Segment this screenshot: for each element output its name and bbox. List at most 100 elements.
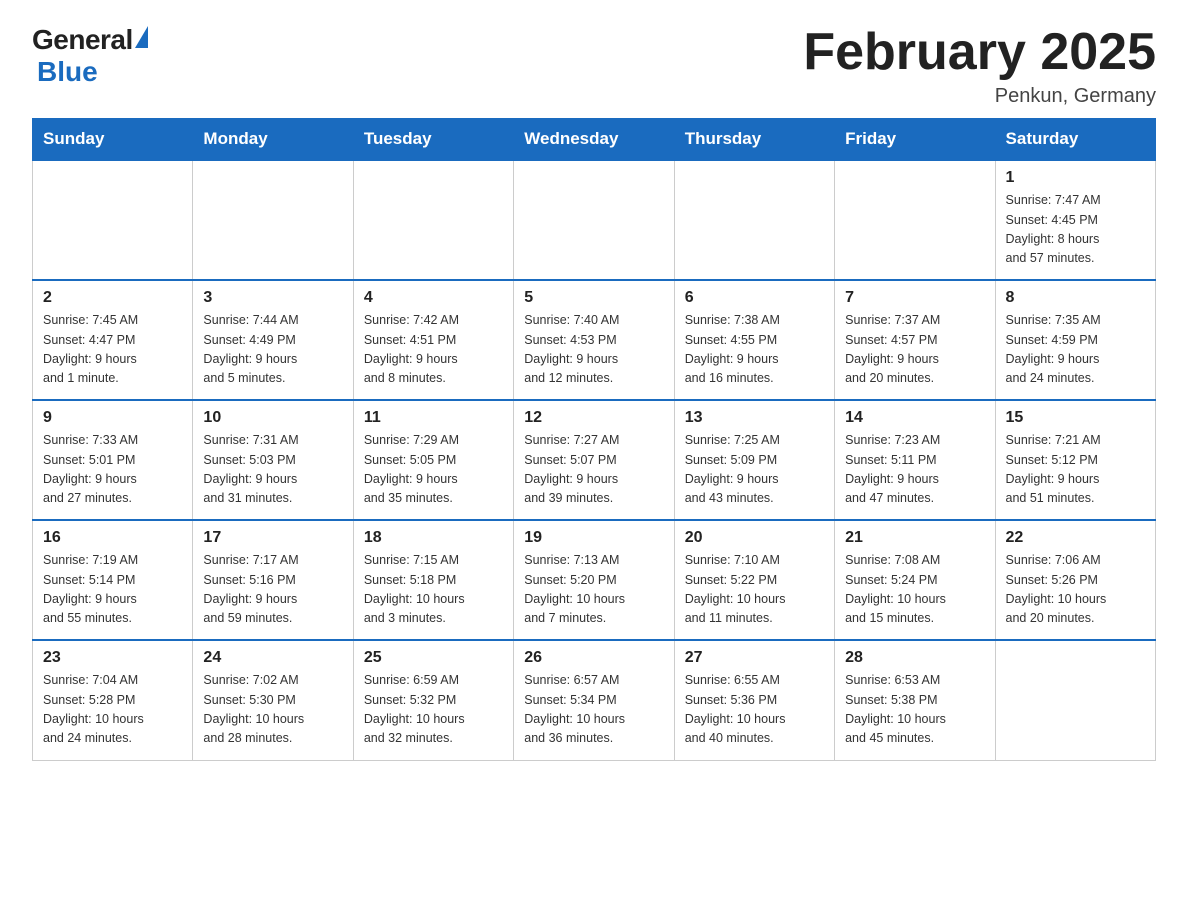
logo-blue-text: Blue <box>37 56 98 87</box>
page-header: General Blue February 2025 Penkun, Germa… <box>32 24 1156 108</box>
calendar-cell: 3 Sunrise: 7:44 AM Sunset: 4:49 PM Daylig… <box>193 280 353 400</box>
calendar-cell <box>995 640 1155 760</box>
day-info: Sunrise: 7:47 AM Sunset: 4:45 PM Dayligh… <box>1006 191 1145 269</box>
day-number: 11 <box>364 409 503 427</box>
day-info: Sunrise: 7:29 AM Sunset: 5:05 PM Dayligh… <box>364 431 503 509</box>
week-row-1: 1 Sunrise: 7:47 AM Sunset: 4:45 PM Daylig… <box>33 160 1156 280</box>
day-info: Sunrise: 7:44 AM Sunset: 4:49 PM Dayligh… <box>203 311 342 389</box>
calendar-cell <box>193 160 353 280</box>
day-info: Sunrise: 7:25 AM Sunset: 5:09 PM Dayligh… <box>685 431 824 509</box>
day-number: 17 <box>203 529 342 547</box>
calendar-cell: 7 Sunrise: 7:37 AM Sunset: 4:57 PM Daylig… <box>835 280 995 400</box>
calendar-cell: 6 Sunrise: 7:38 AM Sunset: 4:55 PM Daylig… <box>674 280 834 400</box>
calendar-cell: 11 Sunrise: 7:29 AM Sunset: 5:05 PM Dayli… <box>353 400 513 520</box>
day-info: Sunrise: 6:59 AM Sunset: 5:32 PM Dayligh… <box>364 671 503 749</box>
calendar-cell: 9 Sunrise: 7:33 AM Sunset: 5:01 PM Daylig… <box>33 400 193 520</box>
day-number: 19 <box>524 529 663 547</box>
day-info: Sunrise: 7:31 AM Sunset: 5:03 PM Dayligh… <box>203 431 342 509</box>
day-number: 6 <box>685 289 824 307</box>
header-row: SundayMondayTuesdayWednesdayThursdayFrid… <box>33 119 1156 161</box>
day-number: 7 <box>845 289 984 307</box>
day-info: Sunrise: 6:55 AM Sunset: 5:36 PM Dayligh… <box>685 671 824 749</box>
day-info: Sunrise: 7:21 AM Sunset: 5:12 PM Dayligh… <box>1006 431 1145 509</box>
calendar-cell: 14 Sunrise: 7:23 AM Sunset: 5:11 PM Dayli… <box>835 400 995 520</box>
day-info: Sunrise: 7:45 AM Sunset: 4:47 PM Dayligh… <box>43 311 182 389</box>
calendar-cell: 10 Sunrise: 7:31 AM Sunset: 5:03 PM Dayli… <box>193 400 353 520</box>
title-block: February 2025 Penkun, Germany <box>803 24 1156 108</box>
day-number: 12 <box>524 409 663 427</box>
day-info: Sunrise: 7:42 AM Sunset: 4:51 PM Dayligh… <box>364 311 503 389</box>
day-info: Sunrise: 7:33 AM Sunset: 5:01 PM Dayligh… <box>43 431 182 509</box>
day-number: 5 <box>524 289 663 307</box>
day-number: 24 <box>203 649 342 667</box>
calendar-cell: 12 Sunrise: 7:27 AM Sunset: 5:07 PM Dayli… <box>514 400 674 520</box>
logo: General Blue <box>32 24 148 88</box>
calendar-cell: 15 Sunrise: 7:21 AM Sunset: 5:12 PM Dayli… <box>995 400 1155 520</box>
day-number: 14 <box>845 409 984 427</box>
day-info: Sunrise: 7:02 AM Sunset: 5:30 PM Dayligh… <box>203 671 342 749</box>
day-info: Sunrise: 7:27 AM Sunset: 5:07 PM Dayligh… <box>524 431 663 509</box>
day-number: 26 <box>524 649 663 667</box>
logo-triangle-icon <box>135 26 148 48</box>
calendar-cell: 27Sunrise: 6:55 AM Sunset: 5:36 PM Dayli… <box>674 640 834 760</box>
day-number: 1 <box>1006 169 1145 187</box>
day-number: 28 <box>845 649 984 667</box>
week-row-3: 9 Sunrise: 7:33 AM Sunset: 5:01 PM Daylig… <box>33 400 1156 520</box>
day-header-tuesday: Tuesday <box>353 119 513 161</box>
calendar-cell: 21 Sunrise: 7:08 AM Sunset: 5:24 PM Dayli… <box>835 520 995 640</box>
day-number: 22 <box>1006 529 1145 547</box>
day-info: Sunrise: 7:23 AM Sunset: 5:11 PM Dayligh… <box>845 431 984 509</box>
day-number: 13 <box>685 409 824 427</box>
day-header-wednesday: Wednesday <box>514 119 674 161</box>
day-number: 21 <box>845 529 984 547</box>
calendar-cell: 16Sunrise: 7:19 AM Sunset: 5:14 PM Dayli… <box>33 520 193 640</box>
week-row-5: 23 Sunrise: 7:04 AM Sunset: 5:28 PM Dayli… <box>33 640 1156 760</box>
day-info: Sunrise: 7:40 AM Sunset: 4:53 PM Dayligh… <box>524 311 663 389</box>
month-title: February 2025 <box>803 24 1156 81</box>
calendar-cell: 1 Sunrise: 7:47 AM Sunset: 4:45 PM Daylig… <box>995 160 1155 280</box>
calendar-cell <box>353 160 513 280</box>
day-number: 10 <box>203 409 342 427</box>
day-number: 4 <box>364 289 503 307</box>
day-header-monday: Monday <box>193 119 353 161</box>
day-info: Sunrise: 7:38 AM Sunset: 4:55 PM Dayligh… <box>685 311 824 389</box>
day-number: 18 <box>364 529 503 547</box>
day-number: 8 <box>1006 289 1145 307</box>
day-number: 3 <box>203 289 342 307</box>
day-header-sunday: Sunday <box>33 119 193 161</box>
calendar-cell <box>33 160 193 280</box>
calendar-table: SundayMondayTuesdayWednesdayThursdayFrid… <box>32 118 1156 761</box>
day-info: Sunrise: 7:06 AM Sunset: 5:26 PM Dayligh… <box>1006 551 1145 629</box>
week-row-4: 16Sunrise: 7:19 AM Sunset: 5:14 PM Dayli… <box>33 520 1156 640</box>
calendar-cell <box>674 160 834 280</box>
day-info: Sunrise: 7:04 AM Sunset: 5:28 PM Dayligh… <box>43 671 182 749</box>
calendar-cell: 5 Sunrise: 7:40 AM Sunset: 4:53 PM Daylig… <box>514 280 674 400</box>
day-number: 9 <box>43 409 182 427</box>
day-info: Sunrise: 7:35 AM Sunset: 4:59 PM Dayligh… <box>1006 311 1145 389</box>
day-header-friday: Friday <box>835 119 995 161</box>
day-info: Sunrise: 7:37 AM Sunset: 4:57 PM Dayligh… <box>845 311 984 389</box>
day-info: Sunrise: 7:08 AM Sunset: 5:24 PM Dayligh… <box>845 551 984 629</box>
day-header-saturday: Saturday <box>995 119 1155 161</box>
day-number: 15 <box>1006 409 1145 427</box>
day-info: Sunrise: 7:17 AM Sunset: 5:16 PM Dayligh… <box>203 551 342 629</box>
day-info: Sunrise: 6:53 AM Sunset: 5:38 PM Dayligh… <box>845 671 984 749</box>
calendar-cell: 4 Sunrise: 7:42 AM Sunset: 4:51 PM Daylig… <box>353 280 513 400</box>
day-number: 2 <box>43 289 182 307</box>
calendar-cell <box>835 160 995 280</box>
day-number: 23 <box>43 649 182 667</box>
day-info: Sunrise: 6:57 AM Sunset: 5:34 PM Dayligh… <box>524 671 663 749</box>
day-info: Sunrise: 7:15 AM Sunset: 5:18 PM Dayligh… <box>364 551 503 629</box>
calendar-cell: 20Sunrise: 7:10 AM Sunset: 5:22 PM Dayli… <box>674 520 834 640</box>
day-info: Sunrise: 7:13 AM Sunset: 5:20 PM Dayligh… <box>524 551 663 629</box>
calendar-cell: 2 Sunrise: 7:45 AM Sunset: 4:47 PM Daylig… <box>33 280 193 400</box>
day-number: 25 <box>364 649 503 667</box>
calendar-cell: 19 Sunrise: 7:13 AM Sunset: 5:20 PM Dayli… <box>514 520 674 640</box>
calendar-cell: 18 Sunrise: 7:15 AM Sunset: 5:18 PM Dayli… <box>353 520 513 640</box>
calendar-cell: 13 Sunrise: 7:25 AM Sunset: 5:09 PM Dayli… <box>674 400 834 520</box>
day-number: 20 <box>685 529 824 547</box>
day-header-thursday: Thursday <box>674 119 834 161</box>
calendar-cell: 22 Sunrise: 7:06 AM Sunset: 5:26 PM Dayli… <box>995 520 1155 640</box>
calendar-cell: 17 Sunrise: 7:17 AM Sunset: 5:16 PM Dayli… <box>193 520 353 640</box>
calendar-cell <box>514 160 674 280</box>
